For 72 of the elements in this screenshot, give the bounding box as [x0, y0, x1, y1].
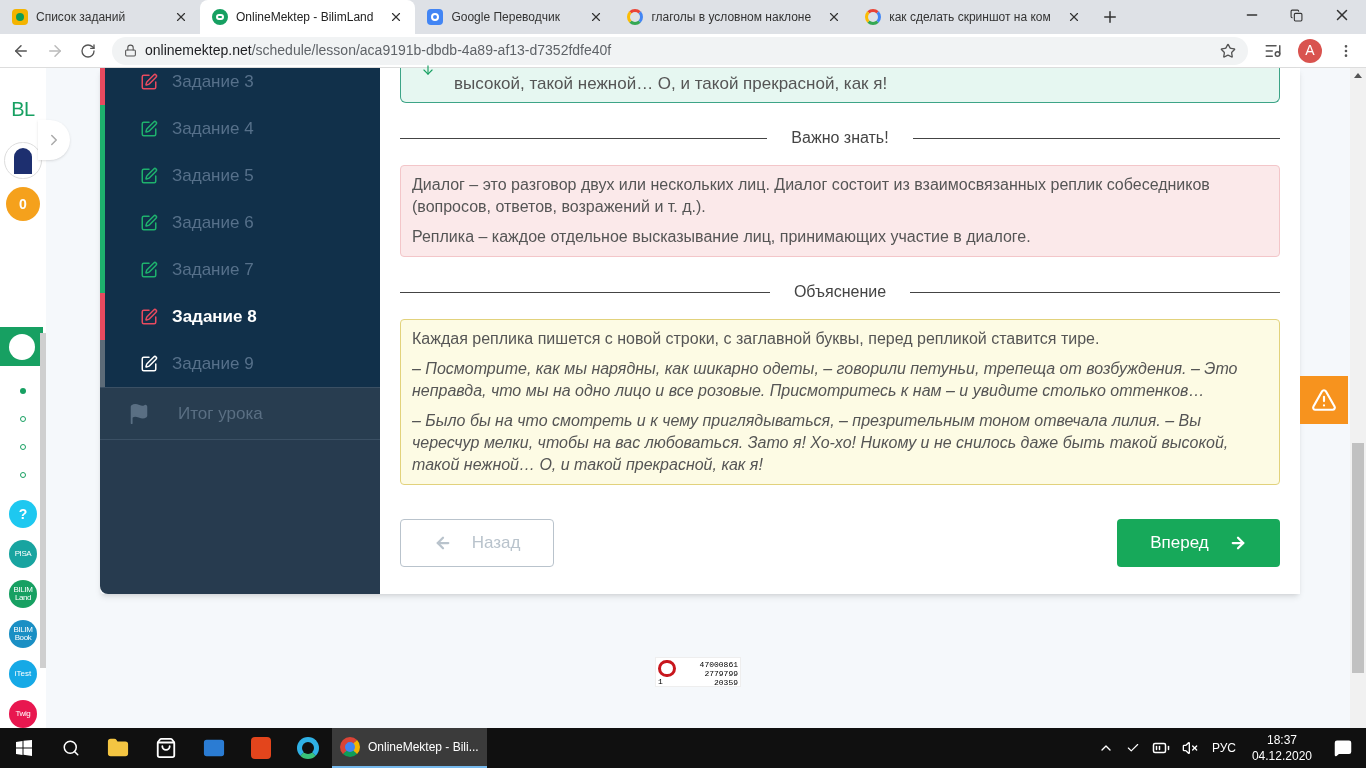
browser-tab[interactable]: Список заданий — [0, 0, 200, 34]
app-link[interactable]: PISA — [9, 540, 37, 568]
google-icon — [865, 9, 882, 25]
flag-icon — [128, 402, 150, 425]
app-link[interactable]: BILIM Book — [9, 620, 37, 648]
clock[interactable]: 18:37 04.12.2020 — [1251, 732, 1312, 764]
reload-icon[interactable] — [80, 42, 96, 59]
section-title: Объяснение — [793, 282, 887, 302]
edit-icon — [140, 213, 158, 232]
edit-icon — [140, 166, 158, 185]
school-logo-tab[interactable] — [0, 326, 43, 367]
taskbar-window[interactable]: OnlineMektep - Bili... — [332, 728, 487, 768]
classroom-icon — [12, 9, 28, 25]
paragraph: – Было бы на что смотреть и к чему приглядываться, – презрительным тоном отвечала лилия. – Вы чересчур мелки, чтобы на вас любоваться. Зато я! Хо-хо! Никому и не снилось даже быть такой высокой, такой нежной… О, и такой прекрасной, как я! — [412, 411, 1230, 475]
tab-title: глаголы в условном наклоне — [651, 9, 812, 26]
tab-title: Google Переводчик — [451, 9, 561, 26]
paragraph: Реплика – каждое отдельное высказывание лиц, принимающих участие в диалоге. — [412, 227, 1032, 247]
url-host: onlinemektep.net — [145, 41, 252, 60]
site-logo[interactable]: BL — [11, 94, 35, 124]
browser-swirl-icon[interactable] — [297, 737, 319, 759]
translate-icon — [427, 9, 444, 25]
paragraph: Диалог – это разговор двух или нескольких лиц. Диалог состоит из взаимосвязанных реплик собеседников (вопросов, ответов, возражений и т. д.). — [412, 175, 1211, 217]
google-icon — [627, 9, 644, 25]
tab-title: Список заданий — [36, 9, 127, 26]
lock-icon — [124, 44, 137, 57]
counter-value: 47000861 — [699, 660, 738, 669]
counter-value: 20359 — [714, 678, 738, 687]
tab-title: как сделать скриншот на ком — [889, 9, 1051, 26]
url-path: /schedule/lesson/aca9191b-dbdb-4a89-af13-d7352fdfe40f — [251, 41, 612, 60]
edit-icon — [140, 307, 158, 326]
bookmark-star-icon[interactable] — [1220, 42, 1236, 59]
edit-icon — [140, 354, 158, 373]
logo-icon — [212, 9, 228, 25]
next-button[interactable]: Вперед — [1117, 519, 1280, 567]
section-title: Важно знать! — [791, 128, 889, 148]
volume-muted-icon[interactable] — [1181, 740, 1198, 756]
edit-icon — [140, 119, 158, 138]
browser-tab[interactable]: Google Переводчик — [415, 0, 616, 34]
close-icon[interactable] — [174, 10, 188, 24]
office-icon[interactable] — [251, 737, 271, 759]
warning-icon — [1311, 387, 1337, 413]
ring-icon — [658, 660, 676, 677]
scrollbar[interactable] — [1350, 68, 1366, 728]
paragraph: – Посмотрите, как мы нарядны, как шикарно одеты, – говорили петуньи, трепеща от возбуждения. – Это неправда, что мы на одно лицо и все розовые. Присмотритесь к нам – и увидите столько оттенков… — [412, 359, 1239, 401]
language-indicator[interactable]: РУС — [1211, 739, 1236, 757]
address-bar[interactable]: onlinemektep.net/schedule/lesson/aca9191b-dbdb-4a89-af13-d7352fdfe40f — [112, 36, 1248, 65]
tab-title: OnlineMektep - BilimLand — [236, 9, 374, 26]
expand-toggle[interactable] — [38, 120, 70, 160]
profile-avatar[interactable]: A — [1298, 38, 1322, 63]
browser-tab[interactable]: OnlineMektep - BilimLand — [200, 0, 416, 34]
arrow-down-icon — [421, 63, 435, 77]
app-link[interactable]: BILIM Land — [9, 580, 37, 608]
answer-text: высокой, такой нежной… О, и такой прекрасной, как я! — [454, 73, 888, 95]
edit-icon — [140, 72, 158, 91]
store-bag-icon[interactable] — [155, 737, 177, 759]
notifications-icon[interactable] — [1334, 739, 1352, 757]
app-link[interactable]: Twig — [9, 700, 37, 728]
score-badge: 0 — [6, 187, 40, 221]
restore-icon[interactable] — [1290, 8, 1303, 22]
mail-icon[interactable] — [203, 737, 225, 759]
edit-icon — [140, 260, 158, 279]
counter-value: 2779799 — [704, 669, 738, 678]
tray-icon[interactable] — [1125, 741, 1140, 755]
browser-tab[interactable]: глаголы в условном наклоне — [615, 0, 854, 34]
folder-icon[interactable] — [107, 737, 129, 759]
search-icon[interactable] — [62, 739, 80, 757]
app-link[interactable]: ? — [9, 500, 37, 528]
paragraph: Каждая реплика пишется с новой строки, с заглавной буквы, перед репликой ставится тире. — [412, 329, 1101, 349]
counter-index: 1 — [658, 677, 664, 686]
browser-tab[interactable]: как сделать скриншот на ком — [853, 0, 1093, 34]
scroll-up-icon[interactable] — [1354, 73, 1362, 78]
app-link[interactable]: iTest — [9, 660, 37, 688]
